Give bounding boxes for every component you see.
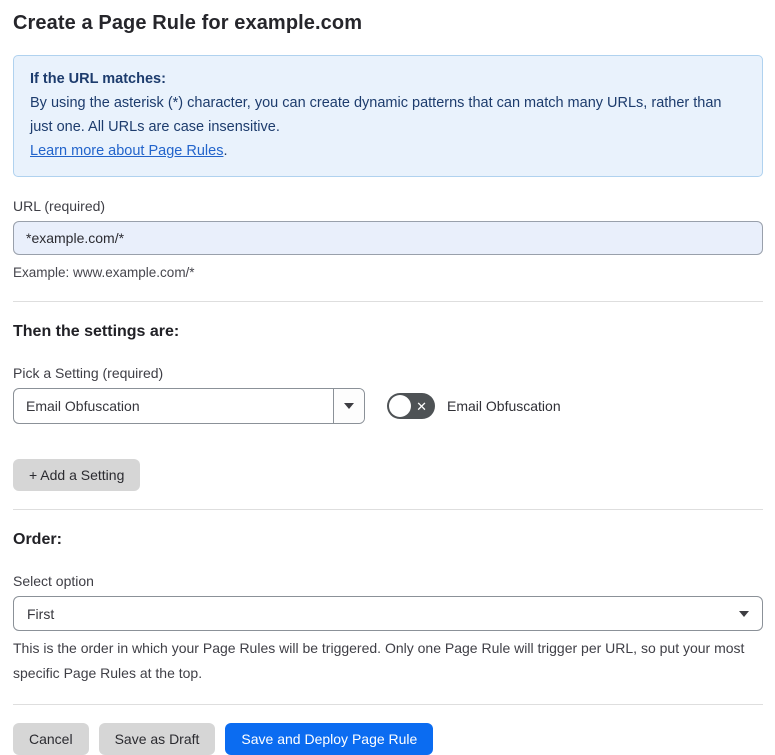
settings-section-heading: Then the settings are: [13,323,180,340]
setting-picker-value: Email Obfuscation [26,398,140,414]
setting-picker-label: Pick a Setting (required) [13,365,164,381]
chevron-down-icon [739,610,749,617]
divider [13,704,763,705]
info-box-body: By using the asterisk (*) character, you… [30,91,746,163]
setting-row: Email Obfuscation ✕ Email Obfuscation [13,388,763,424]
page-rule-form: Create a Page Rule for example.com If th… [0,0,775,755]
cancel-button[interactable]: Cancel [13,723,89,755]
info-box-heading: If the URL matches: [30,71,166,87]
url-input[interactable] [13,221,763,255]
footer-actions: Cancel Save as Draft Save and Deploy Pag… [13,723,763,755]
save-deploy-button[interactable]: Save and Deploy Page Rule [225,723,434,755]
link-suffix: . [223,143,228,159]
learn-more-link[interactable]: Learn more about Page Rules [30,143,223,159]
chevron-down-icon [344,403,354,409]
dropdown-arrow-button[interactable] [333,389,364,423]
save-draft-button[interactable]: Save as Draft [98,723,216,755]
divider [13,301,763,302]
add-setting-button[interactable]: + Add a Setting [13,459,141,491]
toggle-knob [389,395,411,417]
toggle-off-x-icon: ✕ [416,398,427,414]
url-match-info-box: If the URL matches: By using the asteris… [13,55,763,177]
page-title: Create a Page Rule for example.com [13,12,363,34]
toggle-label: Email Obfuscation [447,398,561,414]
order-section-heading: Order: [13,531,62,548]
order-select-label: Select option [13,573,94,589]
order-helper-text: This is the order in which your Page Rul… [13,640,745,681]
setting-picker-dropdown[interactable]: Email Obfuscation [13,388,365,424]
url-label: URL (required) [13,198,106,214]
divider [13,509,763,510]
info-box-body-text: By using the asterisk (*) character, you… [30,95,722,135]
url-example-helper: Example: www.example.com/* [13,265,195,280]
order-select[interactable]: First [13,596,763,631]
order-select-value: First [27,605,55,622]
email-obfuscation-toggle[interactable]: ✕ [387,393,435,419]
